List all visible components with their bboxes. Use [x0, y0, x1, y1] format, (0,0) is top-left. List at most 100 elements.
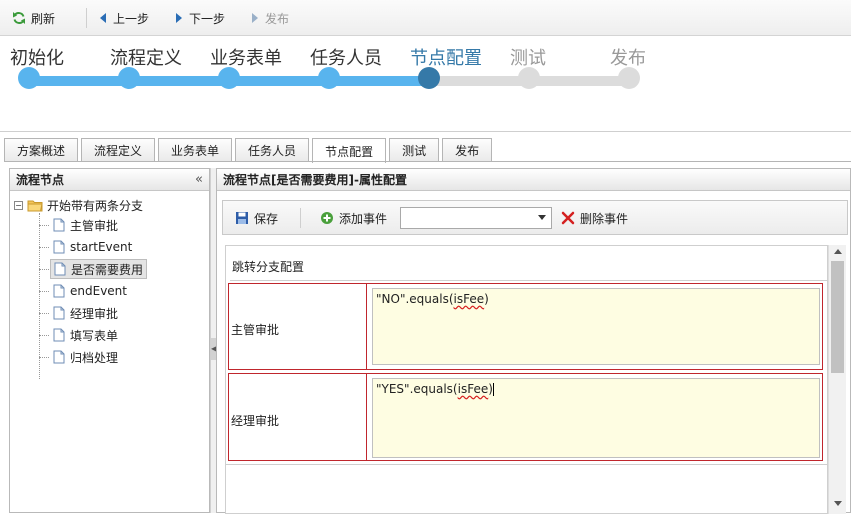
wizard-step[interactable]: 测试 [510, 36, 610, 96]
tree-connector [39, 225, 49, 226]
toolbar-separator [86, 8, 87, 28]
text-cursor [492, 383, 494, 396]
next-step-button[interactable]: 下一步 [174, 9, 225, 27]
wizard-step-dot [518, 67, 540, 89]
delete-event-label: 删除事件 [580, 211, 629, 226]
tree-root-label: 开始带有两条分支 [47, 198, 144, 213]
tab-5[interactable]: 测试 [389, 138, 440, 162]
collapse-icon[interactable]: « [195, 172, 203, 187]
tree-node-label: endEvent [70, 284, 127, 298]
condition-row: 经理审批 "YES".equals(isFee) [228, 373, 823, 461]
tree-connector [39, 213, 40, 379]
collapse-tree-icon[interactable]: − [14, 200, 23, 210]
chevron-down-icon [538, 215, 546, 220]
add-event-button[interactable]: 添加事件 [320, 209, 387, 227]
document-icon [53, 306, 65, 320]
tree-connector [39, 313, 49, 314]
section-title: 跳转分支配置 [232, 260, 305, 274]
delete-event-button[interactable]: 删除事件 [561, 209, 628, 227]
tree-node-label: 是否需要费用 [71, 262, 144, 277]
toolbar-separator [300, 208, 301, 228]
section-divider [226, 464, 827, 465]
prev-step-button[interactable]: 上一步 [98, 9, 149, 27]
arrow-right-icon [252, 13, 258, 23]
document-icon [53, 328, 65, 342]
panel-title: 流程节点 [16, 173, 65, 187]
tree-node[interactable]: 主管审批 [50, 215, 121, 235]
tab-4[interactable]: 节点配置 [312, 138, 387, 163]
top-toolbar: 刷新 上一步 下一步 发布 [0, 0, 851, 36]
wizard-step[interactable]: 流程定义 [110, 36, 210, 96]
tree-node[interactable]: 经理审批 [50, 303, 121, 323]
document-icon [53, 240, 65, 254]
scrollbar-thumb[interactable] [831, 261, 844, 373]
folder-icon [27, 200, 43, 212]
save-icon [236, 212, 248, 224]
tab-0[interactable]: 方案概述 [4, 138, 79, 162]
wizard-step-label: 业务表单 [210, 48, 282, 69]
tab-6[interactable]: 发布 [442, 138, 493, 162]
wizard-step-dot [618, 67, 640, 89]
tab-3[interactable]: 任务人员 [235, 138, 310, 162]
wizard-step-dot [18, 67, 40, 89]
wizard-step-dot [418, 67, 440, 89]
wizard-step-label: 节点配置 [410, 48, 482, 69]
wizard-step-dot [318, 67, 340, 89]
tree-connector [39, 269, 49, 270]
tree-node-label: 填写表单 [70, 328, 119, 343]
expr-prefix: "NO".equals( [376, 292, 454, 306]
document-icon [54, 262, 66, 276]
tab-1[interactable]: 流程定义 [81, 138, 156, 162]
expr-suffix: ) [484, 292, 489, 306]
wizard-step-label: 初始化 [10, 48, 64, 69]
document-icon [53, 218, 65, 232]
wizard-step[interactable]: 初始化 [10, 36, 110, 96]
tab-2[interactable]: 业务表单 [158, 138, 233, 162]
save-button[interactable]: 保存 [235, 209, 278, 227]
wizard-step[interactable]: 任务人员 [310, 36, 410, 96]
node-properties-panel: 流程节点[是否需要费用]-属性配置 保存 添加事件 删除事件 跳转分支配置 主管… [216, 168, 851, 514]
condition-expression-input[interactable]: "NO".equals(isFee) [372, 288, 820, 365]
expr-variable: isFee [453, 292, 485, 306]
scroll-up-icon[interactable] [834, 249, 842, 254]
wizard-step-label: 流程定义 [110, 48, 182, 69]
branch-config-area: 跳转分支配置 主管审批 "NO".equals(isFee) 经理审批 "YES… [225, 245, 828, 514]
prev-step-label: 上一步 [113, 11, 150, 26]
tree-connector [39, 335, 49, 336]
vertical-scrollbar[interactable] [828, 245, 846, 514]
condition-label: 经理审批 [231, 414, 280, 428]
tree-node[interactable]: startEvent [50, 237, 135, 257]
condition-table [230, 280, 827, 281]
add-icon [321, 212, 333, 224]
refresh-button[interactable]: 刷新 [12, 9, 55, 27]
panel-header: 流程节点 « [10, 169, 209, 191]
save-label: 保存 [254, 211, 279, 226]
condition-divider [366, 374, 367, 460]
wizard-step-dot [218, 67, 240, 89]
properties-toolbar: 保存 添加事件 删除事件 [222, 200, 848, 235]
arrow-left-icon [100, 13, 106, 23]
event-select[interactable] [400, 207, 552, 229]
condition-expression-input[interactable]: "YES".equals(isFee) [372, 378, 820, 458]
document-icon [53, 284, 65, 298]
tree-connector [39, 291, 49, 292]
refresh-icon [13, 12, 25, 24]
tree-node-label: 主管审批 [70, 218, 119, 233]
flow-nodes-panel: 流程节点 « − 开始带有两条分支 主管审批 startEvent 是否需要费用 en… [9, 168, 210, 513]
tree-node[interactable]: 填写表单 [50, 325, 121, 345]
wizard-step[interactable]: 节点配置 [410, 36, 510, 96]
delete-icon [561, 211, 575, 225]
condition-row: 主管审批 "NO".equals(isFee) [228, 283, 823, 370]
wizard-step[interactable]: 业务表单 [210, 36, 310, 96]
publish-button[interactable]: 发布 [250, 9, 289, 27]
tree-node[interactable]: 是否需要费用 [50, 259, 148, 279]
scroll-down-icon[interactable] [834, 501, 842, 506]
tree-connector [39, 247, 49, 248]
tree-root[interactable]: − 开始带有两条分支 [14, 196, 143, 214]
tab-bar: 方案概述 流程定义 业务表单 任务人员 节点配置 测试 发布 [4, 138, 493, 163]
wizard-step[interactable]: 发布 [610, 36, 710, 96]
tree-node[interactable]: 归档处理 [50, 347, 121, 367]
expr-prefix: "YES".equals( [376, 382, 458, 396]
tree-node-label: startEvent [70, 240, 133, 254]
tree-node[interactable]: endEvent [50, 281, 130, 301]
